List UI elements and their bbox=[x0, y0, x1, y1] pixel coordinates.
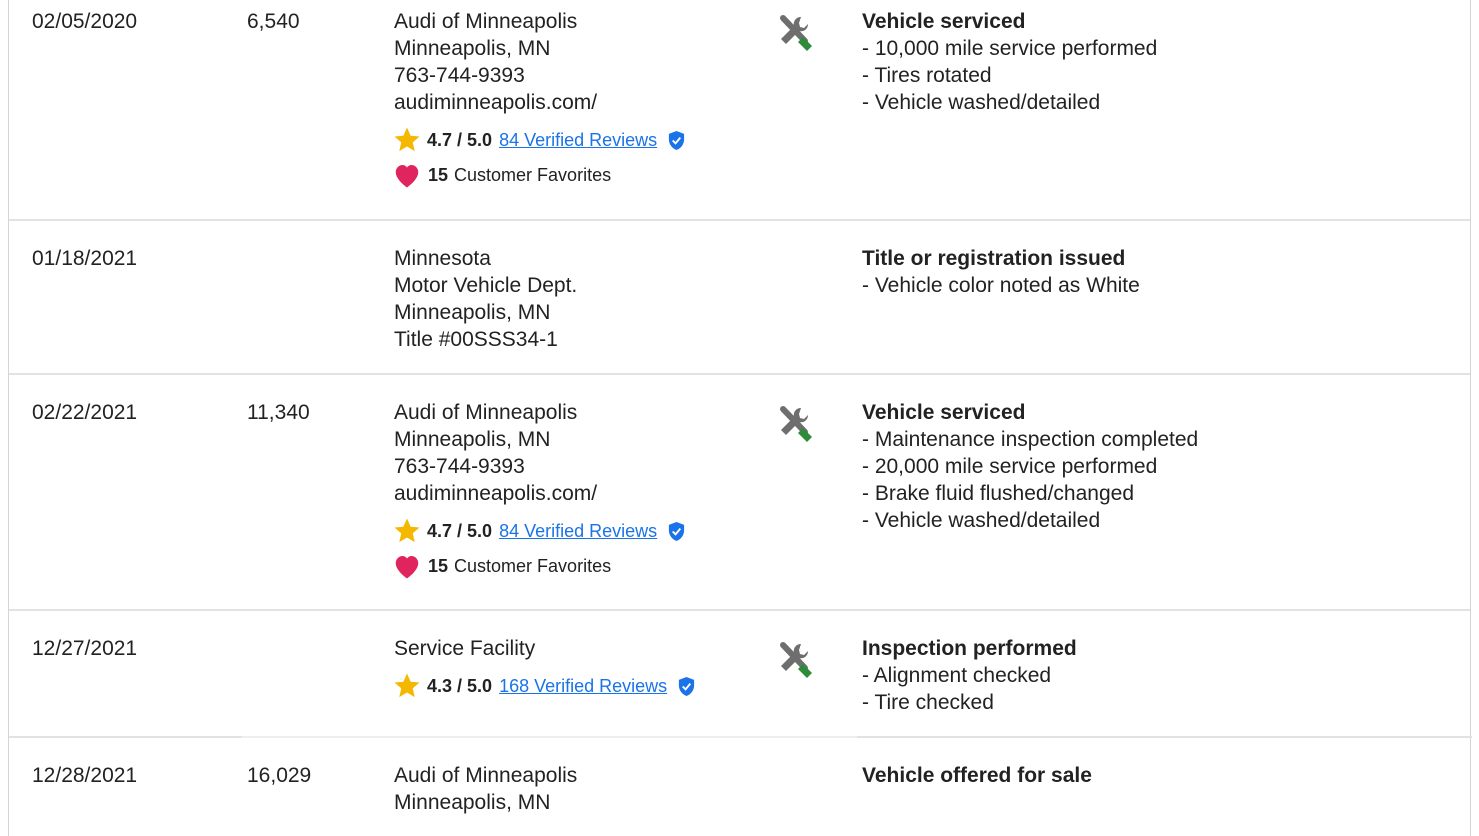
row-divider bbox=[9, 736, 242, 738]
detail-item: - Vehicle washed/detailed bbox=[862, 509, 1101, 532]
row-divider bbox=[857, 736, 1472, 738]
record-details: Vehicle offered for sale bbox=[862, 762, 1452, 789]
verified-reviews-link[interactable]: 84 Verified Reviews bbox=[499, 519, 657, 543]
detail-item: - 20,000 mile service performed bbox=[862, 455, 1158, 478]
source-name: Audi of Minneapolis bbox=[394, 10, 578, 33]
rating-score: 4.7 / 5.0 bbox=[427, 521, 493, 541]
rating-score: 4.7 / 5.0 bbox=[427, 130, 493, 150]
detail-item: - Alignment checked bbox=[862, 664, 1052, 687]
record-mileage: 11,340 bbox=[247, 401, 310, 424]
history-row: 02/05/2020 6,540 Audi of Minneapolis Min… bbox=[9, 0, 1470, 219]
detail-item: - Tires rotated bbox=[862, 64, 992, 87]
record-details: Vehicle serviced - 10,000 mile service p… bbox=[862, 8, 1452, 116]
record-source: Service Facility 4.3 / 5.0 168 Verified … bbox=[394, 635, 764, 701]
vehicle-history-table: 02/05/2020 6,540 Audi of Minneapolis Min… bbox=[8, 0, 1472, 836]
row-divider bbox=[242, 736, 857, 738]
detail-item: - Tire checked bbox=[862, 691, 994, 714]
dealer-rating: 4.7 / 5.0 84 Verified Reviews bbox=[394, 516, 764, 546]
source-phone: 763-744-9393 bbox=[394, 455, 525, 478]
record-date: 12/28/2021 bbox=[32, 764, 138, 787]
source-phone: 763-744-9393 bbox=[394, 64, 525, 87]
record-date: 12/27/2021 bbox=[32, 637, 138, 660]
verified-shield-icon bbox=[669, 130, 685, 150]
history-row: 12/27/2021 Service Facility 4.3 / 5.0 16… bbox=[9, 627, 1470, 737]
verified-reviews-link[interactable]: 168 Verified Reviews bbox=[499, 674, 667, 698]
detail-item: - Vehicle washed/detailed bbox=[862, 91, 1101, 114]
record-mileage: 16,029 bbox=[247, 764, 312, 787]
record-source: Audi of Minneapolis Minneapolis, MN 763-… bbox=[394, 399, 764, 580]
source-location: Minneapolis, MN bbox=[394, 791, 551, 814]
star-icon bbox=[394, 673, 420, 698]
history-row: 12/28/2021 16,029 Audi of Minneapolis Mi… bbox=[9, 754, 1470, 836]
favorites-label: Customer Favorites bbox=[454, 165, 612, 185]
rating-score: 4.3 / 5.0 bbox=[427, 676, 493, 696]
title-number: Title #00SSS34-1 bbox=[394, 328, 558, 351]
event-title: Title or registration issued bbox=[862, 247, 1126, 270]
service-tools-icon bbox=[780, 15, 812, 51]
event-title: Vehicle serviced bbox=[862, 10, 1026, 33]
row-divider bbox=[9, 609, 1470, 611]
record-source: Audi of Minneapolis Minneapolis, MN 763-… bbox=[394, 8, 764, 189]
detail-item: - Vehicle color noted as White bbox=[862, 274, 1140, 297]
event-title: Inspection performed bbox=[862, 637, 1077, 660]
event-title: Vehicle offered for sale bbox=[862, 764, 1092, 787]
verified-reviews-link[interactable]: 84 Verified Reviews bbox=[499, 128, 657, 152]
source-website: audiminneapolis.com/ bbox=[394, 482, 598, 505]
star-icon bbox=[394, 518, 420, 543]
record-date: 01/18/2021 bbox=[32, 247, 138, 270]
heart-icon bbox=[395, 556, 419, 579]
record-details: Title or registration issued - Vehicle c… bbox=[862, 245, 1452, 299]
record-date: 02/22/2021 bbox=[32, 401, 138, 424]
heart-icon bbox=[395, 165, 419, 188]
record-source: Minnesota Motor Vehicle Dept. Minneapoli… bbox=[394, 245, 764, 353]
dealer-rating: 4.7 / 5.0 84 Verified Reviews bbox=[394, 125, 764, 155]
facility-rating: 4.3 / 5.0 168 Verified Reviews bbox=[394, 671, 764, 701]
source-location: Minneapolis, MN bbox=[394, 428, 551, 451]
record-details: Vehicle serviced - Maintenance inspectio… bbox=[862, 399, 1452, 534]
row-divider bbox=[9, 373, 1470, 375]
source-name: Service Facility bbox=[394, 637, 536, 660]
customer-favorites: 15 Customer Favorites bbox=[394, 552, 764, 580]
detail-item: - 10,000 mile service performed bbox=[862, 37, 1158, 60]
service-tools-icon bbox=[780, 642, 812, 678]
record-source: Audi of Minneapolis Minneapolis, MN bbox=[394, 762, 764, 816]
record-details: Inspection performed - Alignment checked… bbox=[862, 635, 1452, 716]
favorites-label: Customer Favorites bbox=[454, 556, 612, 576]
history-row: 01/18/2021 Minnesota Motor Vehicle Dept.… bbox=[9, 237, 1470, 374]
source-website: audiminneapolis.com/ bbox=[394, 91, 598, 114]
source-name: Audi of Minneapolis bbox=[394, 401, 578, 424]
source-location: Minneapolis, MN bbox=[394, 301, 551, 324]
row-divider bbox=[9, 219, 1470, 221]
record-mileage: 6,540 bbox=[247, 10, 300, 33]
favorites-count: 15 bbox=[428, 165, 449, 185]
verified-shield-icon bbox=[669, 521, 685, 541]
star-icon bbox=[394, 127, 420, 152]
source-name-line-2: Motor Vehicle Dept. bbox=[394, 274, 578, 297]
record-date: 02/05/2020 bbox=[32, 10, 138, 33]
detail-item: - Brake fluid flushed/changed bbox=[862, 482, 1135, 505]
verified-shield-icon bbox=[679, 676, 695, 696]
favorites-count: 15 bbox=[428, 556, 449, 576]
event-title: Vehicle serviced bbox=[862, 401, 1026, 424]
source-location: Minneapolis, MN bbox=[394, 37, 551, 60]
service-tools-icon bbox=[780, 406, 812, 442]
detail-item: - Maintenance inspection completed bbox=[862, 428, 1199, 451]
customer-favorites: 15 Customer Favorites bbox=[394, 161, 764, 189]
source-name: Minnesota bbox=[394, 247, 491, 270]
source-name: Audi of Minneapolis bbox=[394, 764, 578, 787]
history-row: 02/22/2021 11,340 Audi of Minneapolis Mi… bbox=[9, 391, 1470, 609]
